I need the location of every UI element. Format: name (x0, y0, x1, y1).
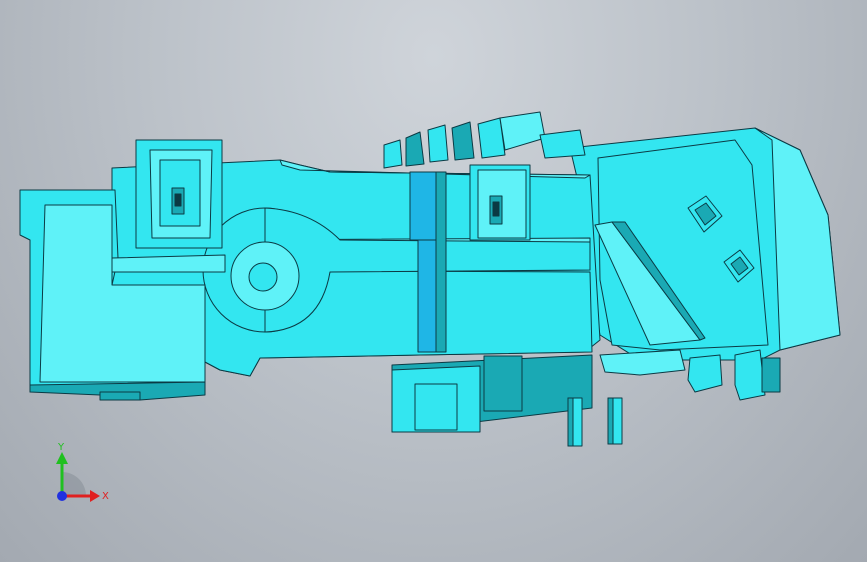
x-axis-label: X (102, 491, 109, 502)
clip-4 (761, 357, 781, 393)
top-fin-4 (451, 121, 475, 161)
pin-left-shade (567, 397, 574, 447)
left-end-foot (99, 391, 141, 401)
clip-1 (599, 349, 686, 376)
top-fin-6 (499, 111, 546, 151)
top-fin-3 (427, 124, 449, 163)
pin-right-shade (607, 397, 614, 445)
cad-part-model[interactable] (0, 0, 867, 562)
lower-tab-side (483, 355, 523, 412)
top-fin-1 (383, 139, 403, 169)
vertical-stripe-blue (409, 171, 437, 241)
left-slot-window-inner (174, 193, 182, 207)
triad-sector (62, 472, 86, 496)
left-ledge (111, 254, 226, 273)
top-fin-7 (539, 129, 586, 159)
vertical-stripe-blue-lower (417, 239, 437, 353)
top-fin-2 (405, 131, 425, 167)
y-axis-label: Y (57, 442, 65, 453)
clip-2 (687, 354, 723, 393)
graphics-viewport[interactable]: Y X (0, 0, 867, 562)
lower-tab-notch (414, 383, 458, 431)
z-axis-dot (57, 491, 67, 501)
crank-hub (248, 262, 278, 292)
vertical-stripe-shade (435, 171, 447, 353)
coordinate-triad: Y X (56, 442, 109, 502)
y-axis-arrow (56, 452, 68, 464)
clip-3 (734, 349, 766, 401)
x-axis-arrow (90, 490, 100, 502)
right-slot-window-inner (492, 201, 500, 217)
